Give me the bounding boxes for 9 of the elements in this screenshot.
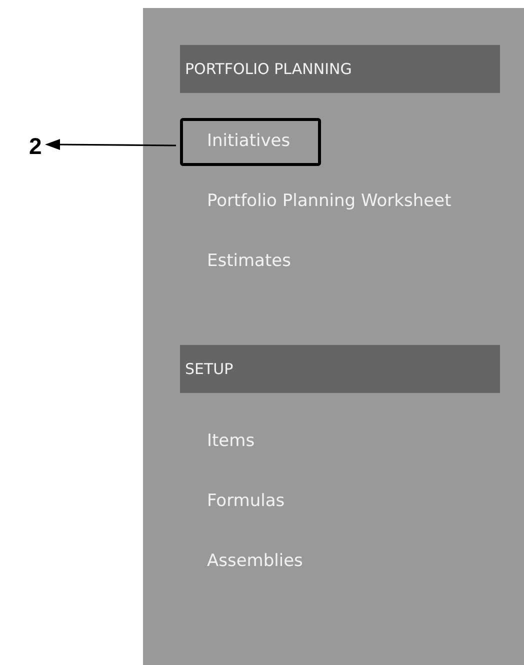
nav-link[interactable]: Estimates [180,238,298,286]
nav-link[interactable]: Assemblies [180,538,310,586]
nav-link[interactable]: Items [180,418,262,466]
callout-number: 2 [29,132,42,161]
section-header: PORTFOLIO PLANNING [180,45,500,93]
nav-link[interactable]: Initiatives [180,118,322,166]
section-header: SETUP [180,345,500,393]
nav-link[interactable]: Formulas [180,478,292,526]
nav-link[interactable]: Portfolio Planning Worksheet [180,178,458,226]
